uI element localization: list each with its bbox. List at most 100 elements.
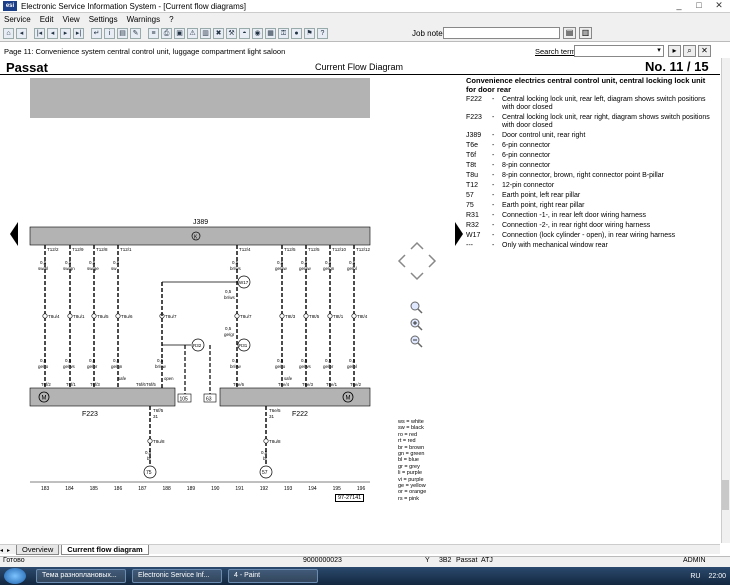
legend-heading: Convenience electrics central control un… [466, 76, 706, 94]
track-number: 191 [235, 486, 244, 492]
wire-gauge: 0,5 [89, 358, 96, 363]
menu-view[interactable]: View [62, 15, 79, 24]
save-icon[interactable]: ▣ [174, 27, 185, 39]
wire-color: sw/ge [87, 266, 99, 271]
car-icon[interactable]: ◓ [239, 27, 250, 39]
pin-label: T6e/3 [302, 382, 314, 387]
edit-icon[interactable]: ✎ [130, 27, 141, 39]
vertical-scroll-thumb[interactable] [722, 480, 729, 510]
tab-current-flow-diagram[interactable]: Current flow diagram [61, 545, 149, 555]
zoom-fit-icon[interactable] [409, 300, 423, 314]
legend-description: Connection (lock cylinder - open), in re… [502, 232, 676, 239]
track-number: 189 [187, 486, 196, 492]
legend-code: 57 [466, 192, 474, 199]
taskbar-item-esi[interactable]: Electronic Service Inf... [132, 569, 222, 583]
info-icon[interactable]: i [104, 27, 115, 39]
wire-gauge: 0,5 [277, 260, 284, 265]
connector-label: T8t/4 [357, 314, 368, 319]
search-clear-icon[interactable]: ✕ [698, 45, 711, 57]
help-icon[interactable]: ? [317, 27, 328, 39]
wire-gauge: 0,5 [349, 358, 356, 363]
search-binoculars-icon[interactable]: ⌕ [683, 45, 696, 57]
print-icon[interactable]: ⎙ [161, 27, 172, 39]
stop-icon[interactable]: ● [291, 27, 302, 39]
close-button[interactable]: ✕ [712, 1, 726, 11]
status-user: ADMIN [683, 557, 706, 564]
tab-scroll-right-icon[interactable]: ▸ [7, 547, 14, 554]
list-icon[interactable]: ≡ [148, 27, 159, 39]
wire-color: br/sw [155, 364, 167, 369]
taskbar-item-paint[interactable]: 4 - Paint [228, 569, 318, 583]
motor-left-letter: M [42, 396, 47, 402]
connector-label: T8t/5 [309, 314, 320, 319]
language-indicator[interactable]: RU [690, 573, 700, 580]
wire-gauge: 0,5 [40, 358, 47, 363]
first-page-icon[interactable]: |◂ [34, 27, 45, 39]
earth-57-label: 57 [262, 470, 268, 476]
chevron-down-icon[interactable]: ▾ [654, 46, 664, 56]
pan-navigation-pad[interactable] [396, 240, 438, 282]
flag-icon[interactable]: ⚑ [304, 27, 315, 39]
connector-icon [279, 313, 285, 319]
book-icon[interactable]: ▦ [265, 27, 276, 39]
delete-icon[interactable]: ✖ [213, 27, 224, 39]
pan-up-icon [410, 241, 424, 250]
next-page-arrow-icon[interactable] [455, 222, 463, 246]
search-input[interactable] [574, 45, 664, 57]
legend-dash: - [492, 142, 495, 149]
tool-icon[interactable]: ⚒ [226, 27, 237, 39]
prev-page-icon[interactable]: ◂ [47, 27, 58, 39]
wire-gauge: 0,5 [325, 260, 332, 265]
menu-edit[interactable]: Edit [40, 15, 54, 24]
vertical-scrollbar[interactable] [721, 58, 730, 543]
document-icon[interactable]: ▤ [117, 27, 128, 39]
return-icon[interactable]: ↵ [91, 27, 102, 39]
next-page-icon[interactable]: ▸ [60, 27, 71, 39]
track-number: 196 [357, 486, 366, 492]
job-note-field[interactable] [443, 27, 560, 39]
warning-icon[interactable]: ⚠ [187, 27, 198, 39]
notes-icon[interactable]: ▤ [563, 27, 576, 39]
start-button[interactable] [4, 568, 26, 584]
pin-number: 31 [269, 414, 275, 419]
menu-help[interactable]: ? [169, 15, 173, 24]
track-number: 188 [163, 486, 172, 492]
minimize-button[interactable]: _ [672, 1, 686, 11]
pin-label: T6e/1 [326, 382, 338, 387]
taskbar-item-forum[interactable]: Тема разноплановых... [36, 569, 126, 583]
tab-scroll-left-icon[interactable]: ◂ [0, 547, 7, 554]
lock-icon[interactable]: ▥ [200, 27, 211, 39]
zoom-in-icon[interactable] [409, 317, 423, 331]
last-page-icon[interactable]: ▸| [73, 27, 84, 39]
tab-overview[interactable]: Overview [16, 545, 60, 555]
status-variant: ATJ [481, 557, 493, 564]
menu-service[interactable]: Service [4, 15, 31, 24]
menu-warnings[interactable]: Warnings [127, 15, 161, 24]
legend-row: 75 - Earth point, right rear pillar [466, 202, 716, 210]
track-number: 184 [65, 486, 74, 492]
window-controls: _ □ ✕ [672, 1, 726, 11]
zoom-out-icon[interactable] [409, 334, 423, 348]
copy-icon[interactable]: ▥ [579, 27, 592, 39]
legend-row: W17 - Connection (lock cylinder - open), i… [466, 232, 716, 240]
key-icon[interactable]: ⚿ [278, 27, 289, 39]
pin-label: T6e/2 [350, 382, 362, 387]
pin-label: T12/5 [284, 247, 296, 252]
taskbar: Тема разноплановых... Electronic Service… [0, 567, 730, 585]
switch-label-open: open [164, 376, 174, 381]
status-code: 3B2 [439, 557, 452, 564]
legend-description: Earth point, left rear pillar [502, 192, 581, 199]
search-go-icon[interactable]: ▸ [668, 45, 681, 57]
wire-color: ge/gn [323, 266, 335, 271]
home-icon[interactable]: ⌂ [3, 27, 14, 39]
menu-settings[interactable]: Settings [89, 15, 118, 24]
pin-label: T6f/1 [66, 382, 76, 387]
junction-r32: R32 [193, 343, 202, 348]
maximize-button[interactable]: □ [692, 1, 706, 11]
camera-icon[interactable]: ◉ [252, 27, 263, 39]
back-icon[interactable]: ◂ [16, 27, 27, 39]
track-number: 183 [41, 486, 50, 492]
pin-label: T6e/6 [233, 382, 245, 387]
wire-gauge: 0,5 [301, 358, 308, 363]
legend-dash: - [492, 96, 495, 103]
